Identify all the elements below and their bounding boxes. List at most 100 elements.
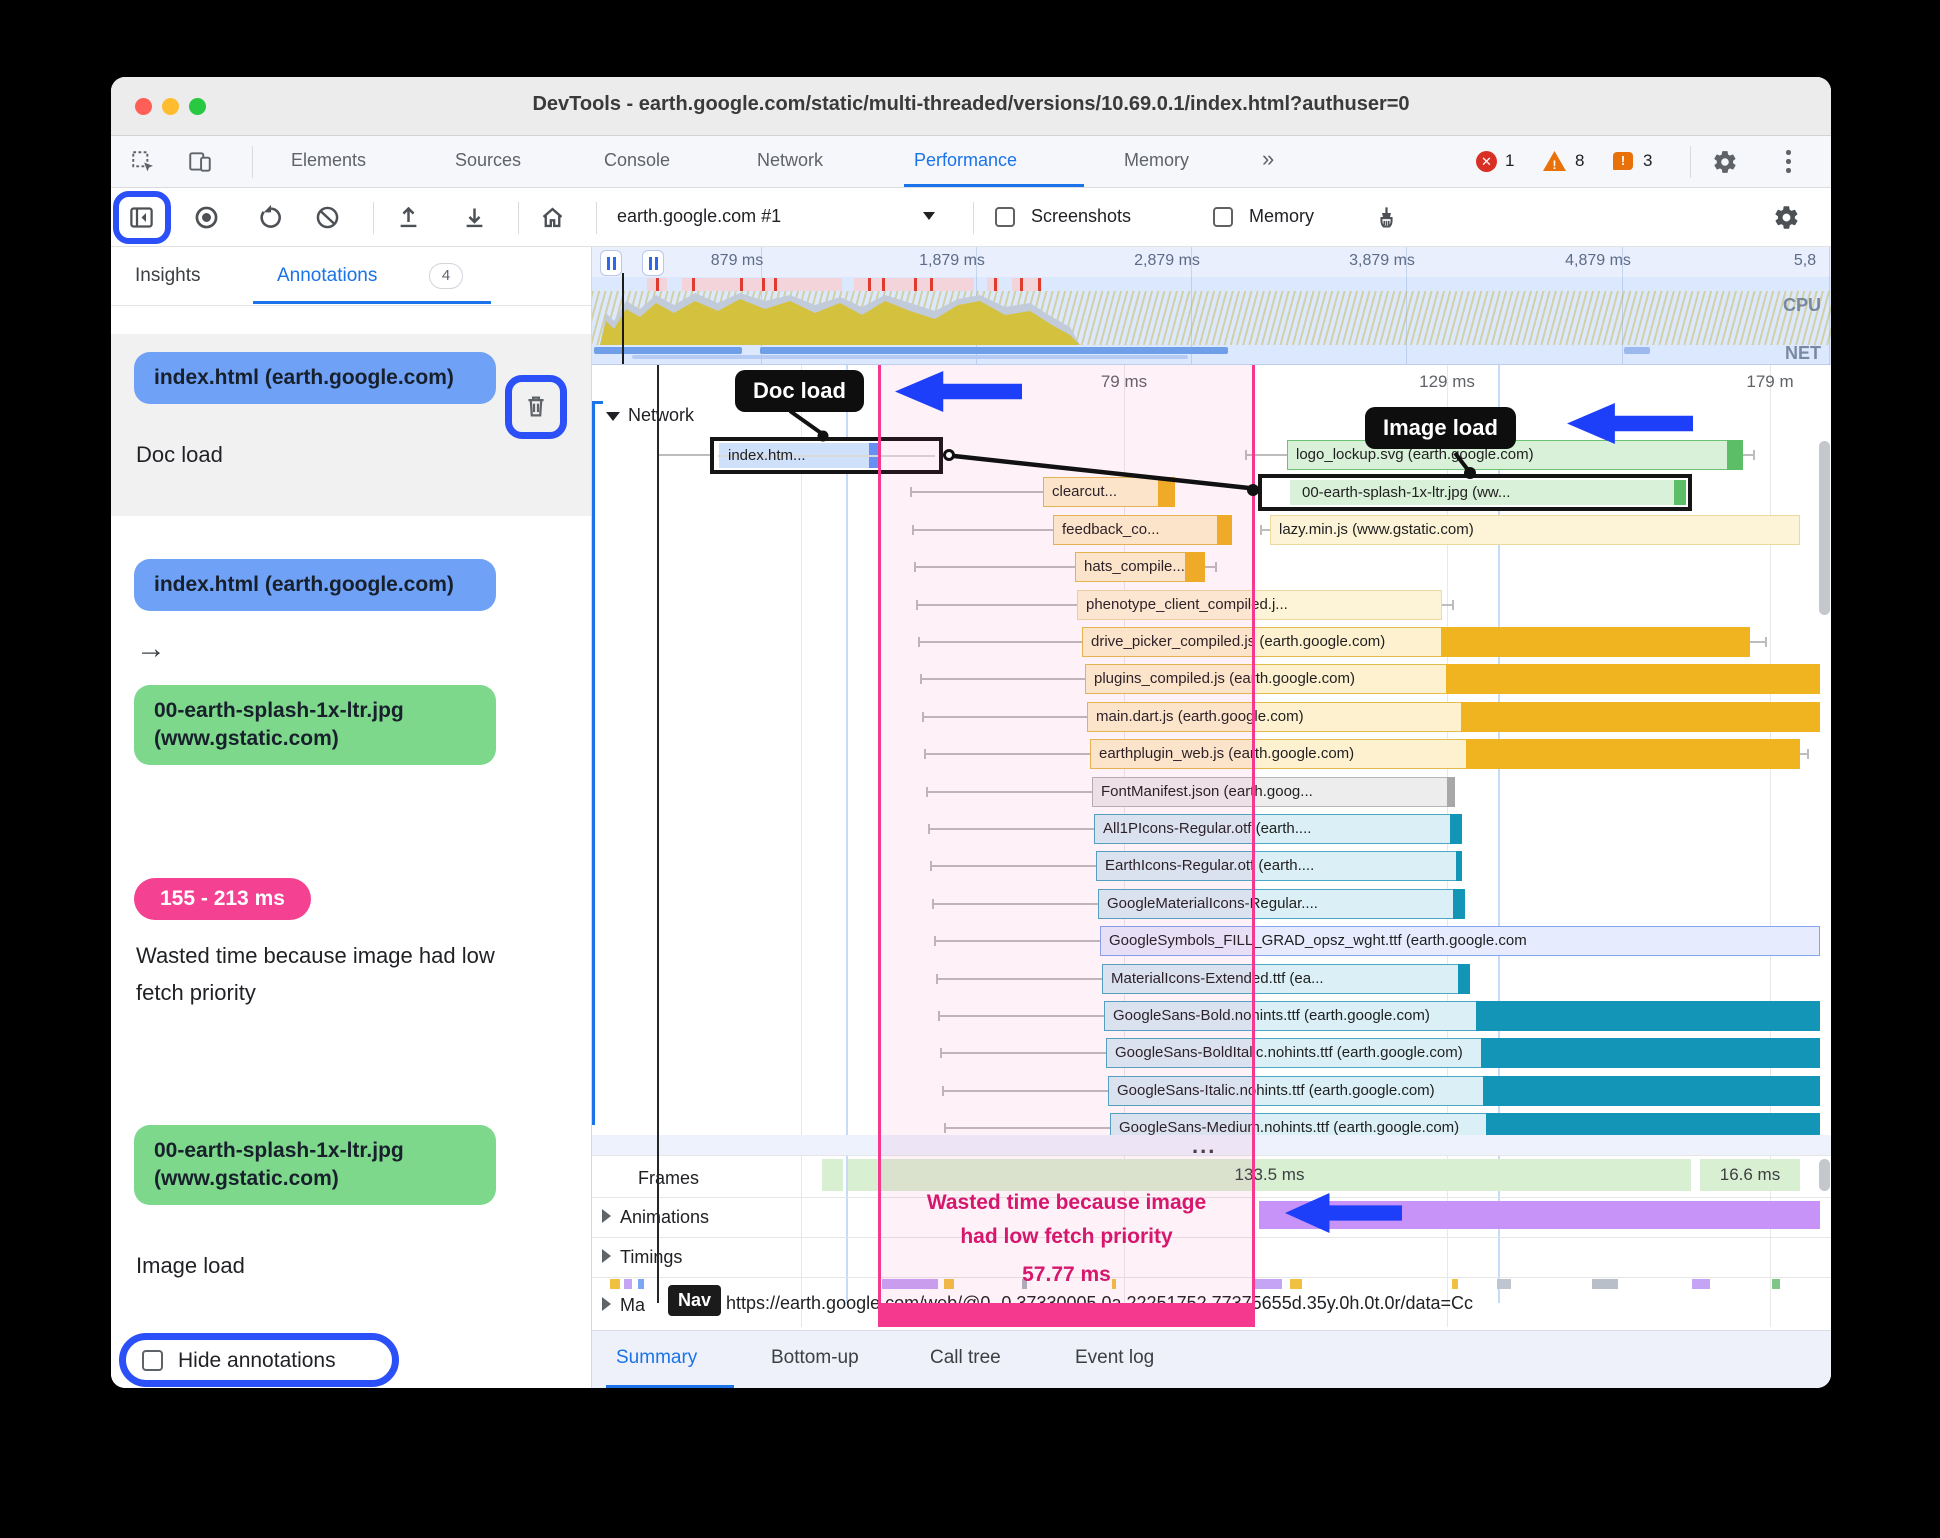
network-request-bar[interactable]: feedback_co... <box>1053 514 1232 545</box>
timeline-tracks[interactable]: 79 ms 129 ms 179 m Network index.htm... log… <box>592 365 1831 1330</box>
network-request-bar[interactable]: main.dart.js (earth.google.com) <box>1087 701 1820 732</box>
network-request-bar[interactable]: GoogleMaterialIcons-Regular.... <box>1098 888 1465 919</box>
garbage-collect-icon[interactable] <box>1373 204 1400 231</box>
tab-memory[interactable]: Memory <box>1124 150 1189 171</box>
inspect-icon[interactable] <box>130 149 156 175</box>
annotation-entry-pill[interactable]: 00-earth-splash-1x-ltr.jpg (www.gstatic.… <box>134 1125 496 1205</box>
network-request-bar[interactable]: All1PIcons-Regular.otf (earth.... <box>1094 814 1462 844</box>
request-queue-whisker <box>944 1123 1110 1134</box>
device-toolbar-icon[interactable] <box>187 149 213 175</box>
network-request-bar[interactable]: logo_lockup.svg (earth.google.com) <box>1287 440 1743 470</box>
animations-track-header[interactable]: Animations <box>602 1207 709 1228</box>
request-label: 00-earth-splash-1x-ltr.jpg (ww... <box>1302 484 1511 502</box>
network-request-bar[interactable]: GoogleSans-Bold.nohints.ttf (earth.googl… <box>1104 1001 1820 1031</box>
upload-profile-icon[interactable] <box>395 204 422 231</box>
network-request-bar[interactable]: GoogleSymbols_FILL_GRAD_opsz_wght.ttf (e… <box>1100 926 1820 957</box>
tab-bottom-up[interactable]: Bottom-up <box>771 1347 859 1369</box>
network-overview-bar <box>632 355 1188 359</box>
divider <box>1690 146 1691 178</box>
ruler-tick-label: 129 ms <box>1419 372 1475 391</box>
memory-checkbox[interactable] <box>1213 207 1233 227</box>
wasted-time-line2: had low fetch priority <box>960 1225 1173 1248</box>
network-request-bar[interactable]: lazy.min.js (www.gstatic.com) <box>1270 514 1800 545</box>
network-overview-bar <box>594 347 742 354</box>
home-icon[interactable] <box>539 204 566 231</box>
annotation-entry-pill[interactable]: index.html (earth.google.com) <box>134 352 496 404</box>
chevron-down-icon[interactable] <box>923 212 935 220</box>
tab-elements[interactable]: Elements <box>291 150 366 171</box>
annotation-link-from-pill[interactable]: index.html (earth.google.com) <box>134 559 496 611</box>
expand-triangle-icon <box>602 1209 611 1223</box>
network-request-bar[interactable]: index.htm... <box>710 437 943 474</box>
clear-icon[interactable] <box>314 204 341 231</box>
long-task-marker <box>994 278 997 291</box>
reload-record-icon[interactable] <box>257 204 284 231</box>
network-request-bar[interactable]: FontManifest.json (earth.goog... <box>1092 776 1455 807</box>
tab-annotations[interactable]: Annotations <box>277 265 377 287</box>
network-request-bar[interactable]: earthplugin_web.js (earth.google.com) <box>1090 739 1800 770</box>
more-tabs-chevron[interactable]: » <box>1262 146 1274 172</box>
tab-insights[interactable]: Insights <box>135 265 200 287</box>
frame-segment[interactable] <box>822 1159 845 1191</box>
timings-track-header[interactable]: Timings <box>602 1247 682 1268</box>
frames-scrollbar[interactable] <box>1819 1159 1830 1191</box>
network-request-bar[interactable]: 00-earth-splash-1x-ltr.jpg (ww... <box>1258 474 1692 512</box>
navigation-marker-line <box>657 365 659 1303</box>
request-label: phenotype_client_compiled.j... <box>1086 595 1288 613</box>
timeline-overview[interactable]: 879 ms 1,879 ms 2,879 ms 3,879 ms 4,879 ms 5,… <box>592 247 1831 365</box>
tab-console[interactable]: Console <box>604 150 670 171</box>
image-load-annotation-badge[interactable]: Image load <box>1365 407 1516 449</box>
screenshots-checkbox[interactable] <box>995 207 1015 227</box>
annotation-link-to-pill[interactable]: 00-earth-splash-1x-ltr.jpg (www.gstatic.… <box>134 685 496 765</box>
frame-segment[interactable]: 133.5 ms <box>848 1159 1693 1191</box>
network-request-bar[interactable]: MaterialIcons-Extended.ttf (ea... <box>1102 963 1470 994</box>
doc-load-annotation-badge[interactable]: Doc load <box>735 370 864 412</box>
kebab-menu-icon[interactable] <box>1785 149 1791 175</box>
wasted-time-range-bar[interactable] <box>878 1303 1255 1327</box>
window-handle-left[interactable] <box>600 250 622 276</box>
tab-performance[interactable]: Performance <box>914 150 1017 171</box>
request-label: hats_compile... <box>1084 558 1185 576</box>
overflow-ellipsis[interactable]: ... <box>1192 1133 1216 1159</box>
record-icon[interactable] <box>193 204 220 231</box>
request-queue-whisker <box>928 824 1094 834</box>
hide-annotations-checkbox[interactable] <box>142 1350 163 1371</box>
network-request-bar[interactable]: hats_compile... <box>1075 552 1205 583</box>
network-request-bar[interactable]: phenotype_client_compiled.j... <box>1077 589 1442 620</box>
network-track-header[interactable]: Network <box>606 405 694 426</box>
divider <box>252 146 253 178</box>
main-track-header[interactable]: Ma <box>602 1295 645 1316</box>
network-request-row: 00-earth-splash-1x-ltr.jpg (ww... <box>592 474 1831 512</box>
request-tail-whisker <box>1442 599 1454 610</box>
network-request-bar[interactable]: EarthIcons-Regular.otf (earth.... <box>1096 851 1462 882</box>
request-queue-whisker <box>914 562 1075 573</box>
settings-gear-icon[interactable] <box>1712 149 1738 175</box>
error-count-icon[interactable]: ✕ <box>1476 151 1497 172</box>
download-profile-icon[interactable] <box>461 204 488 231</box>
tab-network[interactable]: Network <box>757 150 823 171</box>
annotation-range-text: Wasted time because image had low fetch … <box>136 943 495 1005</box>
window-handle-right[interactable] <box>642 250 664 276</box>
divider <box>111 305 591 306</box>
tab-sources[interactable]: Sources <box>455 150 521 171</box>
tab-summary[interactable]: Summary <box>616 1347 697 1369</box>
request-label: GoogleSans-Italic.nohints.ttf (earth.goo… <box>1117 1081 1435 1099</box>
tab-call-tree[interactable]: Call tree <box>930 1347 1001 1369</box>
toggle-sidebar-icon[interactable] <box>128 204 155 231</box>
trash-icon[interactable] <box>522 392 550 420</box>
frame-segment[interactable]: 16.6 ms <box>1700 1159 1802 1191</box>
divider <box>518 202 519 234</box>
tab-event-log[interactable]: Event log <box>1075 1347 1154 1369</box>
warning-count-icon[interactable]: ! <box>1543 151 1566 171</box>
long-task-marker <box>914 278 917 291</box>
capture-settings-gear-icon[interactable] <box>1773 204 1800 231</box>
network-request-bar[interactable]: clearcut... <box>1043 477 1175 508</box>
vertical-scrollbar[interactable] <box>1819 441 1830 615</box>
history-target-select[interactable]: earth.google.com #1 <box>617 206 781 227</box>
annotation-range-pill[interactable]: 155 - 213 ms <box>134 878 311 920</box>
network-request-bar[interactable]: GoogleSans-Italic.nohints.ttf (earth.goo… <box>1108 1075 1820 1106</box>
network-request-bar[interactable]: plugins_compiled.js (earth.google.com) <box>1085 664 1820 695</box>
issues-count-icon[interactable]: ! <box>1613 152 1633 170</box>
network-request-bar[interactable]: GoogleSans-BoldItalic.nohints.ttf (earth… <box>1106 1038 1820 1069</box>
network-request-bar[interactable]: drive_picker_compiled.js (earth.google.c… <box>1082 627 1750 657</box>
